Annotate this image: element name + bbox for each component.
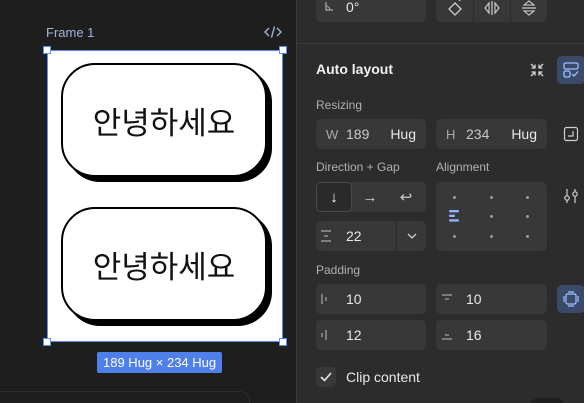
size-badge: 189 Hug × 234 Hug [97, 352, 223, 373]
resize-handle-bottom-left[interactable] [43, 338, 51, 346]
gap-value: 22 [346, 228, 362, 244]
gap-field[interactable]: 22 [316, 221, 426, 251]
chevron-down-icon [407, 233, 416, 239]
auto-layout-title: Auto layout [316, 61, 393, 77]
height-field[interactable]: H 234 Hug [436, 119, 547, 149]
rotation-field[interactable]: 0° [316, 0, 426, 22]
padding-left-value: 10 [346, 291, 362, 307]
rotate-icon[interactable] [437, 0, 473, 21]
padding-sides-icon [563, 291, 579, 307]
direction-wrap-button[interactable]: ↩ [388, 182, 424, 212]
angle-icon [325, 2, 333, 11]
align-dot[interactable] [490, 215, 493, 218]
height-prefix: H [446, 126, 456, 142]
auto-layout-settings-button[interactable] [557, 56, 584, 84]
transform-buttons [436, 0, 547, 22]
alignment-label: Alignment [436, 160, 490, 174]
width-value: 189 [346, 126, 370, 142]
alignment-grid[interactable] [436, 182, 547, 251]
flip-vertical-icon[interactable] [511, 0, 547, 21]
clip-content-label[interactable]: Clip content [346, 369, 420, 385]
width-mode[interactable]: Hug [390, 126, 416, 142]
resize-handle-bottom-right[interactable] [279, 338, 287, 346]
resize-handle-top-right[interactable] [279, 46, 287, 54]
padding-right-field[interactable]: 12 [316, 320, 426, 350]
padding-bottom-icon [442, 334, 452, 340]
height-mode[interactable]: Hug [511, 126, 537, 142]
align-dot[interactable] [526, 215, 529, 218]
direction-gap-label: Direction + Gap [316, 160, 400, 174]
align-dot[interactable] [490, 235, 493, 238]
padding-bottom-field[interactable]: 16 [436, 320, 547, 350]
align-dot[interactable] [453, 235, 456, 238]
checkmark-icon [320, 372, 332, 382]
align-dot[interactable] [453, 196, 456, 199]
gap-dropdown[interactable] [396, 221, 426, 251]
padding-top-value: 10 [466, 291, 482, 307]
align-dot[interactable] [490, 196, 493, 199]
individual-padding-button[interactable] [557, 285, 584, 313]
frame-1[interactable]: 안녕하세요 안녕하세요 [47, 50, 283, 342]
greeting-text-1: 안녕하세요 [92, 105, 236, 142]
padding-right-icon [321, 330, 327, 340]
padding-bottom-value: 16 [466, 327, 482, 343]
gap-icon [321, 230, 331, 242]
padding-top-icon [442, 294, 452, 300]
alignment-settings-button[interactable] [557, 182, 584, 210]
properties-panel: 0° Auto layout Resizing W 189 Hug H 234 … [296, 0, 584, 403]
clip-content-checkbox[interactable] [316, 367, 336, 387]
padding-top-field[interactable]: 10 [436, 284, 547, 314]
layout-check-icon [563, 62, 579, 78]
resize-icon [563, 126, 579, 142]
resize-to-fit-button[interactable] [557, 120, 584, 148]
greeting-button-1[interactable]: 안녕하세요 [61, 63, 267, 177]
resize-handle-top-left[interactable] [43, 46, 51, 54]
sliders-icon [564, 189, 578, 203]
flip-horizontal-icon[interactable] [474, 0, 510, 21]
padding-left-field[interactable]: 10 [316, 284, 426, 314]
canvas-toolbar-edge [0, 391, 250, 403]
rotation-value: 0° [346, 0, 360, 15]
greeting-text-2: 안녕하세요 [92, 249, 236, 286]
align-dot[interactable] [526, 235, 529, 238]
remove-auto-layout-button[interactable] [523, 56, 551, 84]
floating-button-edge [529, 398, 565, 403]
canvas[interactable]: Frame 1 안녕하세요 안녕하세요 189 Hug × 234 Hug [0, 0, 296, 403]
padding-left-icon [321, 294, 327, 304]
width-prefix: W [326, 126, 339, 142]
code-icon[interactable] [264, 25, 282, 39]
resizing-label: Resizing [316, 98, 363, 112]
direction-selector: ↓ → ↩ [316, 182, 426, 212]
greeting-button-2[interactable]: 안녕하세요 [61, 207, 267, 321]
align-top-left-icon[interactable] [448, 209, 462, 223]
direction-horizontal-button[interactable]: → [352, 182, 388, 212]
padding-right-value: 12 [346, 327, 362, 343]
collapse-icon [530, 63, 544, 77]
width-field[interactable]: W 189 Hug [316, 119, 426, 149]
section-divider [297, 43, 584, 44]
padding-label: Padding [316, 263, 361, 277]
height-value: 234 [466, 126, 490, 142]
align-dot[interactable] [526, 196, 529, 199]
frame-label[interactable]: Frame 1 [46, 25, 94, 40]
direction-vertical-button[interactable]: ↓ [316, 182, 352, 212]
